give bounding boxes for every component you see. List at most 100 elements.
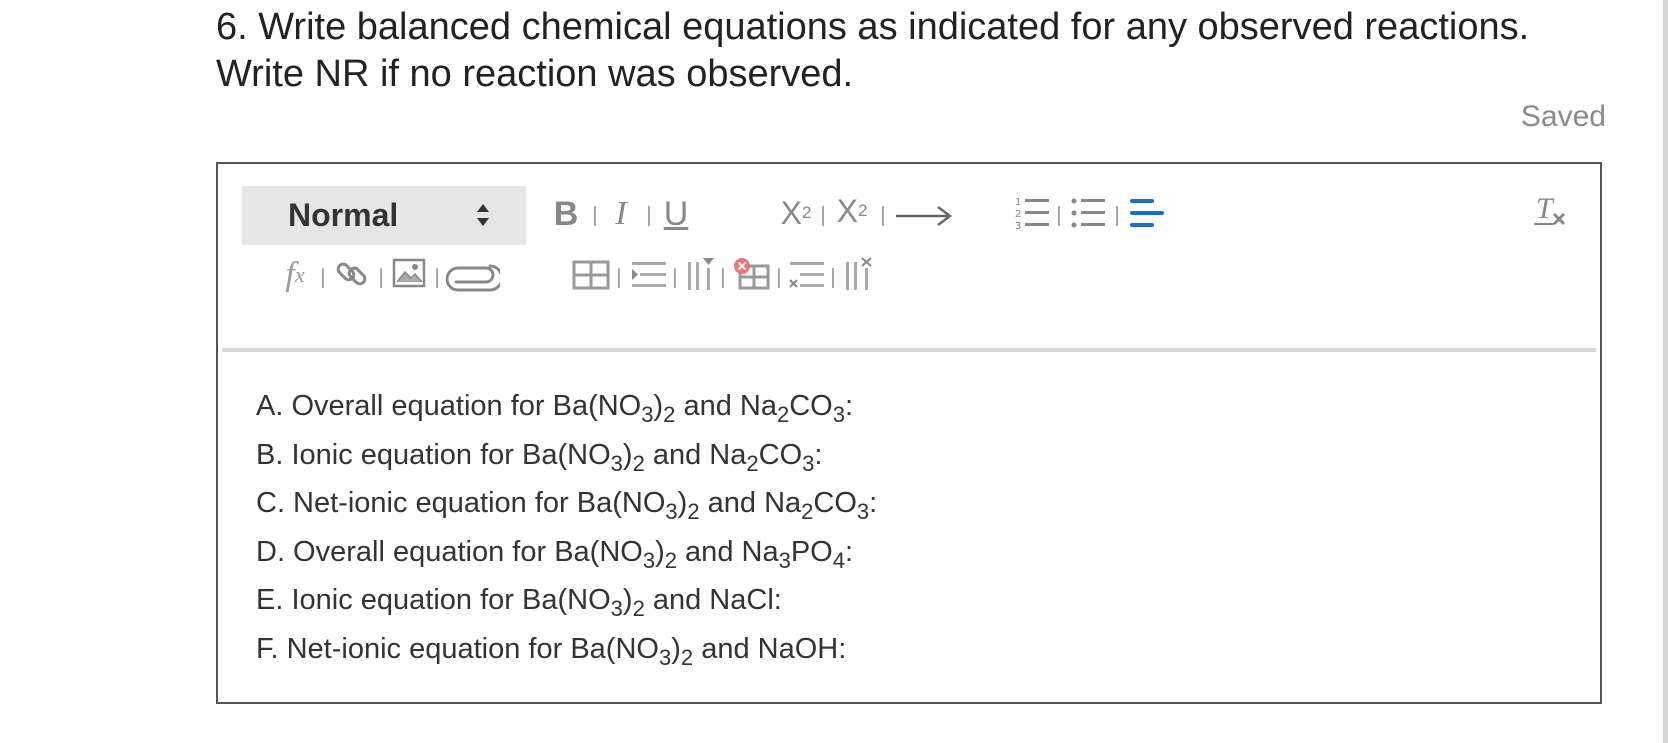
subscript-text: 2 [687, 499, 700, 524]
equation-prompt-line: B. Ionic equation for Ba(NO3)2 and Na2CO… [256, 431, 1580, 480]
subscript-text: 3 [610, 450, 623, 476]
subscript-text: 2 [801, 499, 814, 524]
equation-prompt-line: C. Net-ionic equation for Ba(NO3)2 and N… [256, 479, 1580, 528]
toolbar-separator [648, 206, 650, 226]
subscript-text: 3 [802, 450, 815, 476]
delete-column-icon[interactable] [844, 256, 874, 292]
insert-column-icon[interactable] [686, 256, 716, 292]
subscript-text: 3 [642, 547, 656, 573]
question-text: 6. Write balanced chemical equations as … [216, 4, 1596, 98]
formula-button[interactable]: fx [272, 254, 318, 296]
attachment-icon[interactable] [446, 262, 500, 296]
line-text: CO [813, 487, 857, 519]
svg-text:3: 3 [1015, 221, 1021, 232]
toolbar-separator [882, 206, 884, 226]
line-text: F. Net-ionic equation for Ba(NO [256, 632, 659, 665]
line-text: : [844, 390, 854, 422]
delete-table-icon[interactable] [732, 256, 770, 292]
toolbar-separator [436, 268, 438, 288]
toolbar-separator [1116, 206, 1118, 226]
subscript-text: 2 [746, 450, 759, 476]
insert-row-icon[interactable] [630, 258, 668, 292]
equation-prompt-line: E. Ionic equation for Ba(NO3)2 and NaCl: [256, 576, 1580, 625]
toolbar-separator [674, 268, 676, 288]
superscript-button[interactable]: X2 [830, 190, 874, 232]
svg-text:T: T [1536, 192, 1555, 225]
toolbar-separator [322, 268, 324, 288]
style-select-value: Normal [288, 197, 399, 233]
line-text: CO [789, 390, 833, 422]
svg-text:1: 1 [1015, 197, 1021, 208]
scrollbar-track[interactable] [1663, 0, 1668, 743]
subscript-text: 3 [778, 547, 791, 573]
question-line-2: Write NR if no reaction was observed. [216, 53, 854, 95]
link-icon[interactable] [334, 256, 370, 292]
line-text: C. Net-ionic equation for Ba(NO [256, 487, 666, 519]
toolbar-separator [618, 268, 620, 288]
select-arrows-icon [477, 204, 489, 226]
line-text: and Na [699, 487, 802, 519]
superscript-script: 2 [857, 201, 868, 220]
question-line-1: 6. Write balanced chemical equations as … [216, 6, 1530, 48]
paragraph-style-select[interactable]: Normal [242, 186, 526, 245]
subscript-text: 3 [856, 499, 870, 524]
line-text: and Na [644, 438, 747, 471]
subscript-script: 2 [801, 203, 812, 222]
line-text: : [869, 487, 878, 519]
equation-prompt-line: D. Overall equation for Ba(NO3)2 and Na3… [256, 528, 1580, 577]
line-text: and NaOH: [693, 632, 847, 665]
toolbar-separator [722, 268, 724, 288]
toolbar-separator [1058, 206, 1060, 226]
line-text: E. Ionic equation for Ba(NO [256, 584, 611, 616]
subscript-text: 3 [832, 402, 845, 427]
subscript-text: 2 [632, 450, 645, 476]
editor-content[interactable]: A. Overall equation for Ba(NO3)2 and Na2… [256, 382, 1580, 673]
subscript-text: 2 [663, 402, 676, 427]
saved-status: Saved [1520, 100, 1606, 133]
formula-f: f [285, 256, 295, 293]
rich-text-editor[interactable]: Normal B I U X2 X2 1 2 3 T f x A. Overal… [216, 162, 1602, 704]
equation-prompt-line: F. Net-ionic equation for Ba(NO3)2 and N… [256, 625, 1580, 674]
line-text: A. Overall equation for Ba(NO [256, 390, 642, 422]
delete-row-icon[interactable] [788, 258, 826, 292]
line-text: D. Overall equation for Ba(NO [256, 535, 643, 568]
subscript-text: 2 [680, 644, 694, 670]
subscript-text: 3 [658, 644, 672, 670]
toolbar-separator [778, 268, 780, 288]
italic-button[interactable]: I [604, 194, 638, 234]
line-text: : [814, 438, 823, 471]
subscript-base: X [780, 194, 802, 231]
line-text: ) [655, 535, 665, 568]
editor-toolbar: Normal B I U X2 X2 1 2 3 T f x [218, 164, 1600, 350]
superscript-base: X [836, 192, 858, 229]
line-text: ) [671, 632, 681, 665]
line-text: : [844, 535, 854, 568]
equation-prompt-line: A. Overall equation for Ba(NO3)2 and Na2… [256, 382, 1580, 431]
line-text: B. Ionic equation for Ba(NO [256, 438, 611, 471]
svg-text:2: 2 [1015, 209, 1021, 220]
line-text: ) [677, 487, 688, 519]
subscript-text: 3 [610, 596, 623, 621]
clear-formatting-icon[interactable]: T [1530, 190, 1570, 230]
subscript-text: 2 [664, 547, 677, 573]
toolbar-separator [594, 206, 596, 226]
subscript-button[interactable]: X2 [774, 192, 818, 234]
toolbar-divider [222, 348, 1596, 352]
toolbar-separator [380, 268, 382, 288]
ordered-list-icon[interactable]: 1 2 3 [1014, 194, 1052, 232]
subscript-text: 2 [776, 402, 790, 427]
image-icon[interactable] [392, 258, 426, 288]
underline-button[interactable]: U [658, 194, 694, 234]
toolbar-separator [832, 268, 834, 288]
line-text: and Na [677, 535, 779, 568]
subscript-text: 3 [665, 499, 678, 524]
line-text: and NaCl: [644, 584, 782, 616]
bold-button[interactable]: B [546, 194, 586, 234]
bullet-list-icon[interactable] [1070, 194, 1108, 232]
align-left-icon[interactable] [1128, 194, 1166, 232]
line-text: ) [622, 584, 633, 616]
arrow-insert-icon[interactable] [894, 200, 954, 230]
line-text: ) [653, 390, 664, 422]
insert-table-icon[interactable] [572, 260, 610, 290]
line-text: CO [758, 438, 803, 471]
